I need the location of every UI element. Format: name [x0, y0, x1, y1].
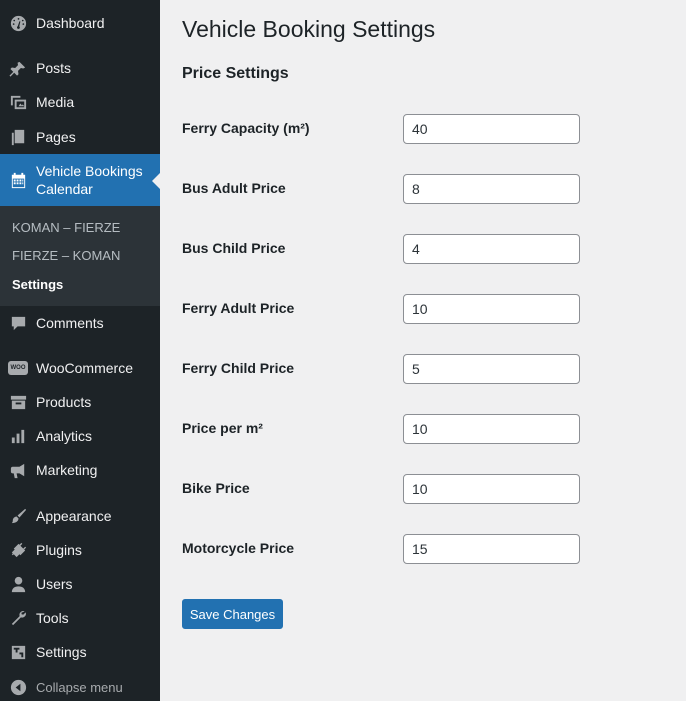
archive-box-icon — [0, 393, 36, 412]
menu-item-posts[interactable]: Posts — [0, 51, 160, 85]
ferry-adult-price-input[interactable] — [403, 294, 580, 324]
megaphone-icon — [0, 461, 36, 480]
bus-child-price-input[interactable] — [403, 234, 580, 264]
menu-item-dashboard[interactable]: Dashboard — [0, 6, 160, 40]
menu-label-posts: Posts — [36, 60, 72, 76]
menu-label-comments: Comments — [36, 315, 104, 331]
menu-label-analytics: Analytics — [36, 428, 93, 444]
menu-label-tools: Tools — [36, 610, 69, 626]
collapse-menu-label: Collapse menu — [36, 679, 123, 695]
menu-label-woocommerce: WooCommerce — [36, 360, 133, 376]
dashboard-icon — [0, 14, 36, 33]
menu-label-pages: Pages — [36, 129, 76, 145]
user-icon — [0, 575, 36, 594]
plug-icon — [0, 541, 36, 560]
ferry-capacity-label: Ferry Capacity (m²) — [182, 120, 310, 136]
submenu-item-settings[interactable]: Settings — [12, 277, 63, 292]
section-title: Price Settings — [182, 65, 289, 82]
menu-item-analytics[interactable]: Analytics — [0, 419, 160, 453]
menu-item-users[interactable]: Users — [0, 567, 160, 601]
menu-item-woocommerce[interactable]: WOO WooCommerce — [0, 351, 160, 385]
menu-item-products[interactable]: Products — [0, 385, 160, 419]
menu-item-plugins[interactable]: Plugins — [0, 533, 160, 567]
ferry-adult-price-label: Ferry Adult Price — [182, 300, 295, 316]
collapse-menu-button[interactable]: Collapse menu — [0, 670, 160, 701]
field-row-motorcycle-price: Motorcycle Price — [182, 534, 582, 564]
menu-label-dashboard: Dashboard — [36, 15, 105, 31]
menu-item-vehicle-bookings-calendar[interactable]: Vehicle Bookings Calendar — [0, 154, 160, 206]
ferry-child-price-input[interactable] — [403, 354, 580, 384]
pushpin-icon — [0, 59, 36, 78]
paintbrush-icon — [0, 507, 36, 526]
field-row-bus-child-price: Bus Child Price — [182, 234, 582, 264]
bike-price-label: Bike Price — [182, 480, 250, 496]
menu-label-products: Products — [36, 394, 92, 410]
ferry-child-price-label: Ferry Child Price — [182, 360, 295, 376]
menu-label-marketing: Marketing — [36, 462, 98, 478]
save-changes-button[interactable]: Save Changes — [182, 599, 283, 629]
menu-label-media: Media — [36, 94, 75, 110]
media-icon — [0, 93, 36, 112]
bus-child-price-label: Bus Child Price — [182, 240, 286, 256]
menu-label-settings: Settings — [36, 644, 87, 660]
menu-item-marketing[interactable]: Marketing — [0, 453, 160, 487]
bike-price-input[interactable] — [403, 474, 580, 504]
submenu: KOMAN – FIERZE FIERZE – KOMAN Settings — [0, 206, 160, 306]
field-row-ferry-capacity: Ferry Capacity (m²) — [182, 114, 582, 144]
price-per-m2-label: Price per m² — [182, 420, 263, 436]
menu-item-appearance[interactable]: Appearance — [0, 499, 160, 533]
comment-icon — [0, 314, 36, 333]
field-row-bike-price: Bike Price — [182, 474, 582, 504]
field-row-ferry-adult-price: Ferry Adult Price — [182, 294, 582, 324]
pages-icon — [0, 128, 36, 147]
woocommerce-icon: WOO — [0, 361, 36, 375]
wrench-icon — [0, 609, 36, 628]
menu-item-tools[interactable]: Tools — [0, 601, 160, 635]
submenu-item-fierze-koman[interactable]: FIERZE – KOMAN — [12, 248, 120, 263]
admin-sidebar: Dashboard Posts Media Pages Vehicle Book… — [0, 0, 160, 701]
menu-label-vehicle-bookings-calendar: Vehicle Bookings Calendar — [36, 163, 143, 197]
menu-label-plugins: Plugins — [36, 542, 82, 558]
price-per-m2-input[interactable] — [403, 414, 580, 444]
calendar-icon — [0, 171, 36, 190]
menu-item-media[interactable]: Media — [0, 85, 160, 119]
motorcycle-price-input[interactable] — [403, 534, 580, 564]
submenu-item-koman-fierze[interactable]: KOMAN – FIERZE — [12, 220, 120, 235]
ferry-capacity-input[interactable] — [403, 114, 580, 144]
menu-item-pages[interactable]: Pages — [0, 120, 160, 154]
menu-label-users: Users — [36, 576, 73, 592]
menu-item-settings[interactable]: Settings — [0, 635, 160, 669]
page-title: Vehicle Booking Settings — [182, 16, 436, 42]
bus-adult-price-input[interactable] — [403, 174, 580, 204]
menu-item-comments[interactable]: Comments — [0, 306, 160, 340]
collapse-arrow-icon — [0, 678, 36, 697]
sliders-icon — [0, 643, 36, 662]
menu-label-appearance: Appearance — [36, 508, 112, 524]
field-row-bus-adult-price: Bus Adult Price — [182, 174, 582, 204]
field-row-price-per-m2: Price per m² — [182, 414, 582, 444]
bus-adult-price-label: Bus Adult Price — [182, 180, 286, 196]
motorcycle-price-label: Motorcycle Price — [182, 540, 295, 556]
bar-chart-icon — [0, 427, 36, 446]
field-row-ferry-child-price: Ferry Child Price — [182, 354, 582, 384]
